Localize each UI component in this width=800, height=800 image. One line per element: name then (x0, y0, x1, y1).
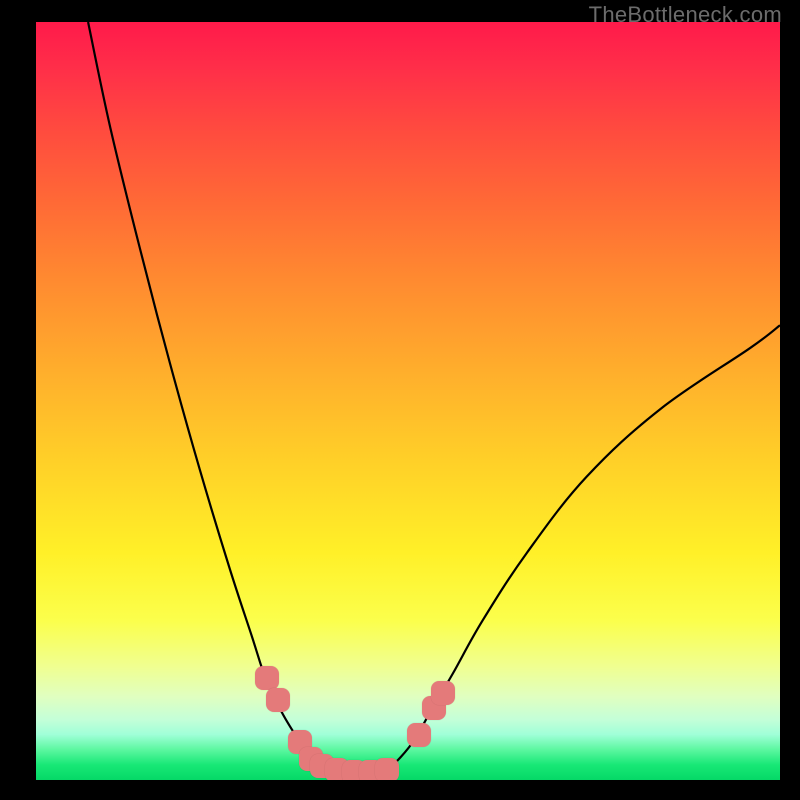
curves-layer (36, 22, 780, 780)
chart-frame: TheBottleneck.com (0, 0, 800, 800)
data-marker (431, 681, 455, 705)
watermark-text: TheBottleneck.com (589, 2, 782, 28)
data-marker (407, 723, 431, 747)
curve-left (88, 22, 371, 778)
data-marker (266, 688, 290, 712)
data-marker (375, 758, 399, 780)
data-marker (255, 666, 279, 690)
plot-area (36, 22, 780, 780)
